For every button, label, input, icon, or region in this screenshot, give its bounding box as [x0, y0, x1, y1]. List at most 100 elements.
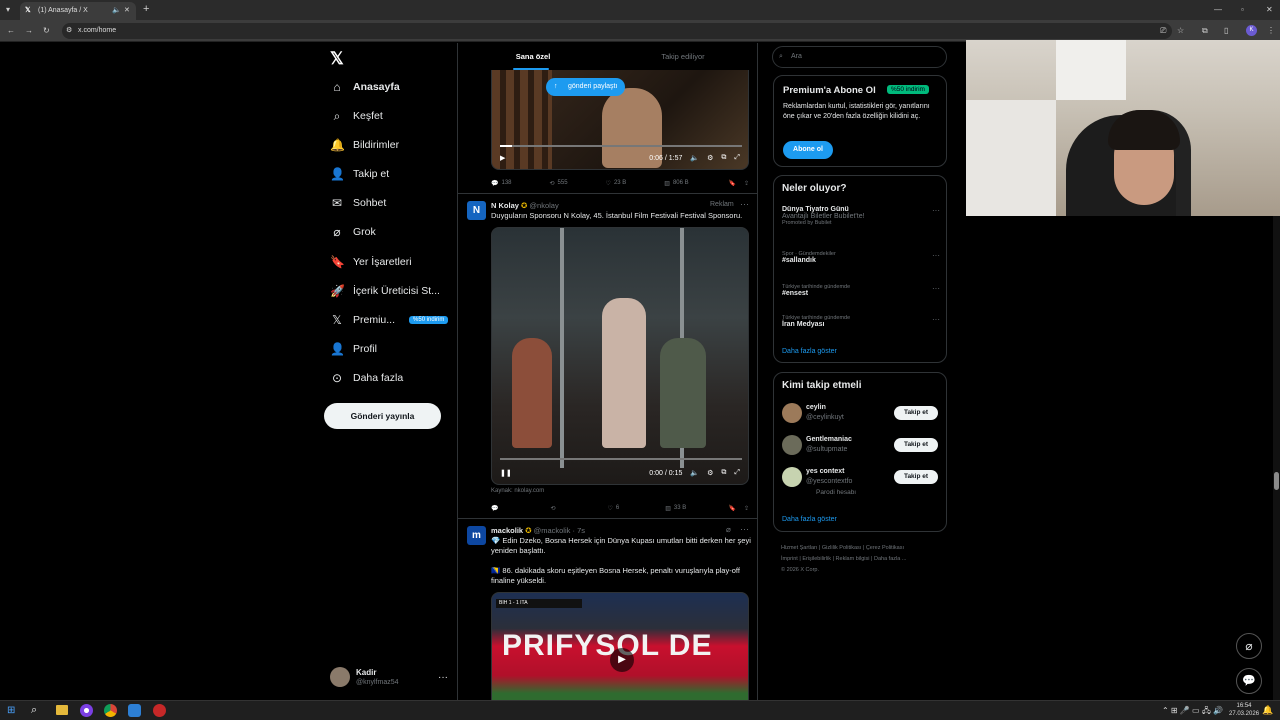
- ad-author-handle[interactable]: @nkolay: [529, 201, 558, 210]
- trend-item[interactable]: Spor · Gündemdekiler #sallandık ···: [782, 251, 940, 264]
- new-tab-icon[interactable]: +: [143, 4, 149, 15]
- chrome-icon[interactable]: [104, 704, 117, 717]
- nav-item-2[interactable]: 🔔 Bildirimler: [330, 134, 399, 156]
- nav-item-3[interactable]: 👤 Takip et: [330, 163, 389, 185]
- tab-list-icon[interactable]: ▾: [6, 5, 10, 15]
- trend-more-icon[interactable]: ···: [932, 284, 940, 293]
- trend-more-icon[interactable]: ···: [932, 315, 940, 324]
- maximize-icon[interactable]: ▫: [1241, 5, 1244, 15]
- avatar[interactable]: [330, 667, 350, 687]
- nav-item-4[interactable]: ✉ Sohbet: [330, 192, 386, 214]
- browser-tab[interactable]: 𝕏 (1) Anasayfa / X 🔈 ✕: [20, 2, 136, 20]
- app-icon[interactable]: [128, 704, 141, 717]
- footer-link[interactable]: İmprint: [781, 556, 798, 562]
- file-explorer-icon[interactable]: [56, 705, 68, 715]
- star-icon[interactable]: ☆: [1177, 26, 1184, 36]
- bookmark-icon[interactable]: 🔖: [728, 180, 735, 187]
- reload-icon[interactable]: ↻: [43, 26, 50, 36]
- page-scrollbar[interactable]: [1273, 216, 1280, 700]
- suggestion-name[interactable]: yes context: [806, 468, 845, 475]
- follow-button[interactable]: Takip et: [894, 470, 938, 484]
- forward-icon[interactable]: →: [25, 26, 33, 36]
- trend-more-icon[interactable]: ···: [932, 206, 940, 215]
- who-show-more[interactable]: Daha fazla göster: [782, 516, 837, 523]
- nav-item-6[interactable]: 🔖 Yer İşaretleri: [330, 251, 412, 273]
- settings-icon[interactable]: ⚙: [707, 154, 713, 162]
- back-icon[interactable]: ←: [7, 26, 15, 36]
- mackolik-avatar[interactable]: m: [467, 526, 486, 545]
- tab-for-you[interactable]: Sana özel: [458, 43, 608, 71]
- footer-link[interactable]: Daha fazla ...: [874, 556, 906, 562]
- nkolay-avatar[interactable]: N: [467, 201, 486, 220]
- tweet-more-icon[interactable]: ···: [740, 199, 749, 209]
- tweet-time[interactable]: 7s: [577, 526, 585, 535]
- trend-item[interactable]: Türkiye tarihinde gündemde #ensest ···: [782, 284, 940, 297]
- search-input[interactable]: ⌕ Ara: [772, 46, 947, 68]
- subscribe-button[interactable]: Abone ol: [783, 141, 833, 159]
- like-icon[interactable]: ♡: [608, 505, 613, 512]
- trend-item[interactable]: Türkiye tarihinde gündemde İran Medyası ··…: [782, 315, 940, 328]
- bookmark-icon[interactable]: 🔖: [728, 505, 735, 512]
- account-more-icon[interactable]: ···: [438, 672, 448, 683]
- ad-video-player[interactable]: ❚❚ 0:00 / 0:15 🔈 ⚙ ⧉ ⤢: [491, 227, 749, 485]
- avatar[interactable]: [782, 403, 802, 423]
- site-info-icon[interactable]: ⚙: [66, 23, 72, 39]
- avatar[interactable]: [782, 435, 802, 455]
- close-tab-icon[interactable]: ✕: [124, 2, 130, 20]
- views-icon[interactable]: ▥: [664, 180, 670, 187]
- tweet-image[interactable]: BIH 1 - 1 ITA PRIFYSOL DE ▶: [491, 592, 749, 700]
- avatar[interactable]: [782, 467, 802, 487]
- system-tray-icons[interactable]: ⌃ ⊞ 🎤 ▭ 🖧 🔊: [1162, 705, 1223, 719]
- nav-item-5[interactable]: ⌀ Grok: [330, 221, 375, 243]
- play-icon[interactable]: ▶: [610, 648, 634, 672]
- nav-item-7[interactable]: 🚀 İçerik Üreticisi St...: [330, 280, 440, 302]
- ad-source[interactable]: Kaynak: nkolay.com: [491, 488, 544, 494]
- speaker-icon[interactable]: 🔈: [112, 2, 121, 20]
- nav-item-1[interactable]: ⌕ Keşfet: [330, 105, 383, 127]
- extensions-icon[interactable]: ⧉: [1202, 26, 1208, 36]
- cast-icon[interactable]: ⎚: [1160, 26, 1166, 36]
- video-progress[interactable]: [500, 458, 742, 460]
- settings-icon[interactable]: ⚙: [707, 469, 713, 477]
- fullscreen-icon[interactable]: ⤢: [734, 469, 740, 477]
- nav-item-0[interactable]: ⌂ Anasayfa: [330, 76, 399, 98]
- tweet-more-icon[interactable]: ···: [740, 524, 749, 534]
- start-icon[interactable]: ⊞: [7, 705, 15, 716]
- reply-icon[interactable]: 💬: [491, 180, 498, 187]
- views-icon[interactable]: ▥: [665, 505, 671, 512]
- tab-following[interactable]: Takip ediliyor: [608, 43, 757, 71]
- app-icon[interactable]: [80, 704, 93, 717]
- nav-item-9[interactable]: 👤 Profil: [330, 338, 377, 360]
- clock[interactable]: 16:54 27.03.2026: [1229, 702, 1259, 718]
- pip-icon[interactable]: ⧉: [721, 469, 726, 477]
- minimize-icon[interactable]: —: [1214, 5, 1222, 15]
- window-close-icon[interactable]: ✕: [1266, 5, 1273, 15]
- sidebar-icon[interactable]: ▯: [1224, 26, 1228, 36]
- messages-float-icon[interactable]: 💬: [1236, 668, 1262, 694]
- follow-button[interactable]: Takip et: [894, 438, 938, 452]
- pip-icon[interactable]: ⧉: [721, 154, 726, 162]
- suggestion-name[interactable]: Gentlemaniac: [806, 436, 852, 443]
- play-icon[interactable]: ▶: [500, 154, 505, 162]
- fullscreen-icon[interactable]: ⤢: [734, 154, 740, 162]
- share-icon[interactable]: ⇪: [744, 505, 749, 512]
- grok-icon[interactable]: ⌀: [726, 525, 731, 534]
- notifications-icon[interactable]: 🔔: [1262, 705, 1273, 716]
- profile-avatar-icon[interactable]: K: [1246, 25, 1257, 36]
- footer-link[interactable]: Gizlilik Politikası: [822, 545, 861, 551]
- grok-float-icon[interactable]: ⌀: [1236, 633, 1262, 659]
- share-icon[interactable]: ⇪: [744, 180, 749, 187]
- volume-icon[interactable]: 🔈: [690, 469, 699, 477]
- retweet-icon[interactable]: ⟲: [550, 180, 555, 187]
- trend-item[interactable]: Dünya Tiyatro Günü Avantajlı Biletler Bub…: [782, 206, 940, 226]
- footer-link[interactable]: Hizmet Şartları: [781, 545, 817, 551]
- reply-icon[interactable]: 💬: [491, 505, 498, 512]
- footer-link[interactable]: Çerez Politikası: [866, 545, 904, 551]
- tweet-author-handle[interactable]: @mackolik: [534, 526, 571, 535]
- volume-icon[interactable]: 🔈: [690, 154, 699, 162]
- video-progress[interactable]: [500, 145, 742, 147]
- scrollbar-thumb[interactable]: [1274, 472, 1279, 490]
- trends-show-more[interactable]: Daha fazla göster: [782, 348, 837, 355]
- like-icon[interactable]: ♡: [606, 180, 611, 187]
- suggestion-name[interactable]: ceylin: [806, 404, 826, 411]
